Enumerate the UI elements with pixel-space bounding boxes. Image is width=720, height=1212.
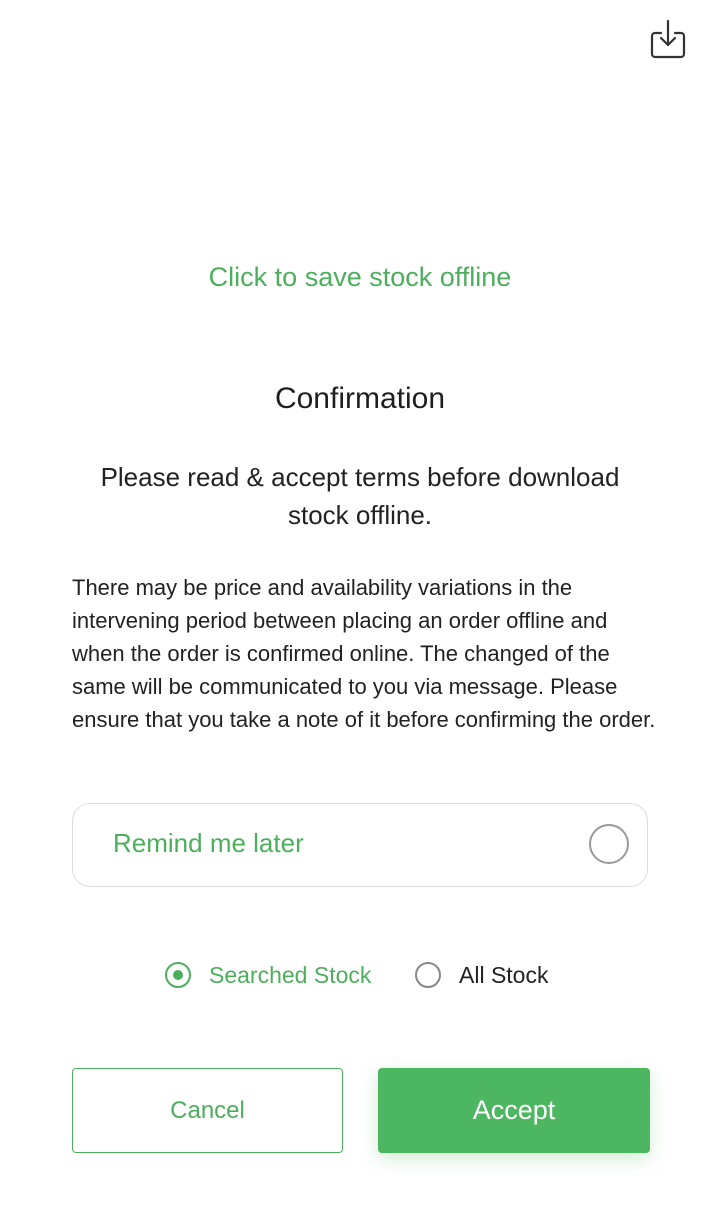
dialog-title: Confirmation [274, 382, 446, 415]
radio-unselected-icon [415, 962, 441, 988]
radio-all-stock[interactable]: All Stock [415, 958, 548, 992]
stock-scope-radio-group: Searched Stock All Stock [0, 958, 720, 992]
remind-me-later-label: Remind me later [113, 828, 304, 858]
cancel-button[interactable]: Cancel [72, 1068, 343, 1153]
radio-searched-stock[interactable]: Searched Stock [165, 958, 371, 992]
dialog-subtitle: Please read & accept terms before downlo… [100, 462, 620, 530]
save-offline-link[interactable]: Click to save stock offline [0, 262, 720, 293]
radio-all-stock-label: All Stock [459, 961, 549, 988]
radio-searched-stock-label: Searched Stock [209, 961, 372, 988]
download-button[interactable] [646, 19, 690, 66]
remind-me-later-option[interactable]: Remind me later [72, 803, 648, 887]
download-tray-icon [648, 19, 688, 66]
accept-button[interactable]: Accept [378, 1068, 650, 1153]
radio-selected-icon [165, 962, 191, 988]
terms-text: There may be price and availability vari… [72, 575, 656, 732]
remind-me-later-checkbox[interactable] [589, 824, 629, 864]
